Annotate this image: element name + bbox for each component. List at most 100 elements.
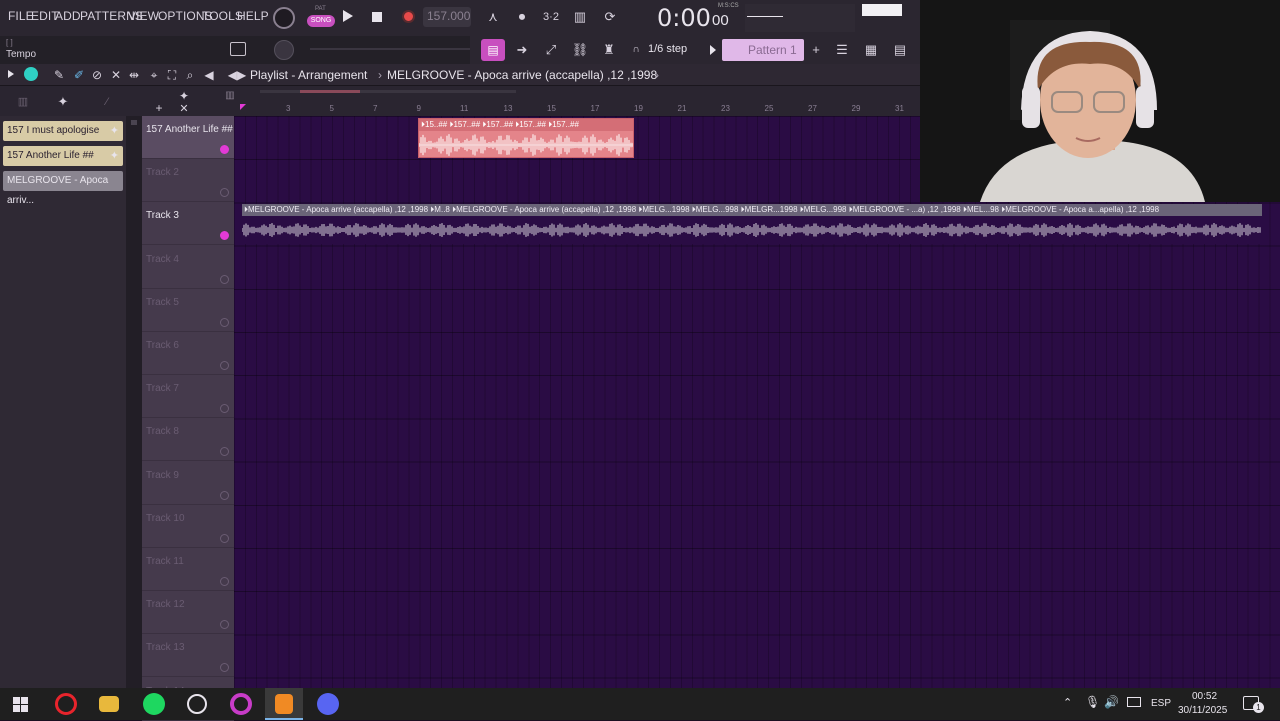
draw-tool-icon[interactable]: ✎ — [48, 65, 70, 85]
magnet-icon[interactable]: ∩ — [625, 40, 647, 60]
tempo-display[interactable]: 157.000 — [423, 7, 471, 27]
clock-date[interactable]: 30/11/2025 — [1178, 705, 1227, 716]
track-active-dot[interactable] — [220, 231, 229, 241]
arrow-right-icon[interactable]: ➜ — [511, 40, 533, 60]
menu-add[interactable]: ADD — [55, 9, 81, 23]
track-active-dot[interactable] — [220, 404, 229, 414]
network-icon[interactable] — [1127, 697, 1141, 707]
play-button[interactable] — [343, 10, 353, 22]
track-header[interactable]: Track 2 — [142, 159, 234, 203]
track-active-dot[interactable] — [220, 145, 229, 154]
track-header[interactable]: Track 7 — [142, 375, 234, 419]
windows-start-icon[interactable] — [13, 697, 28, 712]
picker-split-icon[interactable]: ✦ — [52, 92, 74, 112]
fl-studio-task[interactable] — [265, 688, 303, 720]
loop-record-icon[interactable]: ⟳ — [599, 7, 621, 27]
picker-item-1[interactable]: 157 I must apologise ✦ — [3, 121, 123, 141]
track-header[interactable]: Track 4 — [142, 246, 234, 289]
pat-song-toggle[interactable]: PAT SONG — [307, 5, 337, 31]
piano-roll-icon[interactable]: ⤢ — [540, 40, 562, 60]
track-header[interactable]: Track 3 — [142, 202, 234, 246]
track-active-dot[interactable] — [220, 447, 229, 457]
playlist-arrow-icon[interactable]: ◀▶ — [226, 65, 248, 85]
track-header[interactable]: Track 10 — [142, 505, 234, 548]
magnet-snap-icon[interactable] — [24, 67, 38, 81]
track-active-dot[interactable] — [220, 361, 229, 370]
playhead-marker[interactable] — [240, 104, 246, 110]
picker-brush-icon[interactable]: ⁄ — [96, 92, 118, 112]
picker-toggle-icon[interactable]: ▥ — [12, 92, 34, 112]
master-pitch-slider[interactable] — [310, 48, 470, 50]
step-edit-icon[interactable]: ▥ — [569, 7, 591, 27]
capcut-icon[interactable] — [230, 693, 252, 715]
song-time-display[interactable]: 0:00 00 M:S:CS — [650, 0, 740, 36]
track-active-dot[interactable] — [220, 490, 229, 500]
channel-rack-icon[interactable]: ▦ — [860, 40, 882, 60]
obs-icon[interactable] — [187, 694, 207, 714]
file-explorer-icon[interactable] — [99, 696, 119, 712]
tray-expand-icon[interactable]: ⌃ — [1063, 696, 1072, 709]
track-header[interactable]: Track 9 — [142, 462, 234, 505]
master-pitch-knob[interactable] — [274, 40, 294, 60]
track-active-dot[interactable] — [220, 317, 229, 327]
playlist-menu-icon[interactable] — [8, 70, 14, 78]
track-view-icon[interactable]: ▥ — [219, 86, 241, 106]
pattern-prev-icon[interactable] — [710, 45, 716, 55]
timeline-ruler[interactable]: 3 5 7 9 11 13 15 17 19 21 23 25 27 29 31 — [240, 86, 920, 116]
playlist-view-icon[interactable]: ▤ — [481, 39, 505, 61]
track-active-dot[interactable] — [220, 188, 229, 198]
track-active-dot[interactable] — [220, 533, 229, 543]
snap-step-label[interactable]: 1/6 step — [648, 43, 687, 55]
track-active-dot[interactable] — [220, 577, 229, 586]
volume-icon[interactable]: 🔊 — [1104, 695, 1119, 709]
playback-tool-icon[interactable]: ◀ — [198, 65, 220, 85]
menu-view[interactable]: VIEW — [128, 9, 159, 23]
track-header[interactable]: Track 13 — [142, 634, 234, 678]
picker-item-3[interactable]: MELGROOVE - Apoca arriv... — [3, 171, 123, 206]
mixer-icon[interactable]: ☰ — [831, 40, 853, 60]
track-active-dot[interactable] — [220, 274, 229, 284]
link-icon[interactable]: ⛓ — [569, 40, 591, 60]
track-active-dot[interactable] — [220, 663, 229, 673]
microphone-icon[interactable]: 🎙 — [1085, 695, 1100, 709]
track-header[interactable]: Track 12 — [142, 591, 234, 635]
browser-icon[interactable]: ▤ — [889, 40, 911, 60]
clip-waveform — [419, 134, 633, 156]
picker-item-2[interactable]: 157 Another Life ## ✦ — [3, 146, 123, 166]
add-track-icon[interactable]: + — [148, 98, 170, 118]
notification-icon[interactable]: 1 — [1243, 696, 1264, 713]
track-header[interactable]: Track 8 — [142, 418, 234, 462]
picker-scrollbar[interactable] — [126, 116, 142, 688]
discord-icon[interactable] — [317, 693, 339, 715]
menu-file[interactable]: FILE — [8, 9, 34, 23]
slip-tool-icon[interactable]: ⇹ — [123, 65, 145, 85]
time-centiseconds: 00 — [712, 12, 729, 29]
track-header[interactable]: Track 5 — [142, 289, 234, 332]
time-format-label: M:S:CS — [718, 3, 739, 9]
stamp-icon[interactable]: ♜ — [598, 40, 620, 60]
hint-bracket: [ ] — [6, 38, 13, 47]
metronome-icon[interactable]: ⋏ — [482, 7, 504, 27]
track-header[interactable]: 157 Another Life ## — [142, 116, 234, 159]
opera-icon[interactable] — [55, 693, 77, 715]
record-button[interactable] — [402, 10, 415, 23]
track-active-dot[interactable] — [220, 620, 229, 630]
pattern-selector[interactable]: Pattern 1 — [722, 39, 804, 61]
audio-clip-melgroove[interactable]: ⏵MELGROOVE - Apoca arrive (accapella) ,1… — [242, 204, 1262, 244]
clock-time[interactable]: 00:52 — [1192, 691, 1217, 702]
track-header[interactable]: Track 6 — [142, 332, 234, 375]
master-volume-knob[interactable] — [273, 7, 295, 29]
spotify-icon[interactable] — [143, 693, 165, 715]
audio-clip-another-life[interactable]: ⏵15..## ⏵157..## ⏵157..## ⏵157..## ⏵157.… — [418, 118, 634, 158]
add-pattern-icon[interactable]: + — [805, 40, 827, 60]
horizontal-scrollbar[interactable] — [260, 90, 516, 93]
online-icon[interactable] — [230, 42, 246, 56]
countdown-icon[interactable]: 3·2 — [540, 7, 562, 27]
language-indicator[interactable]: ESP — [1151, 698, 1171, 709]
stop-button[interactable] — [372, 12, 382, 22]
track-header[interactable]: Track 11 — [142, 548, 234, 591]
hint-label: Tempo — [6, 49, 37, 60]
menu-help[interactable]: HELP — [237, 9, 269, 23]
track-name: Track 5 — [146, 296, 179, 308]
wait-for-input-icon[interactable]: ⏺ — [511, 7, 533, 27]
